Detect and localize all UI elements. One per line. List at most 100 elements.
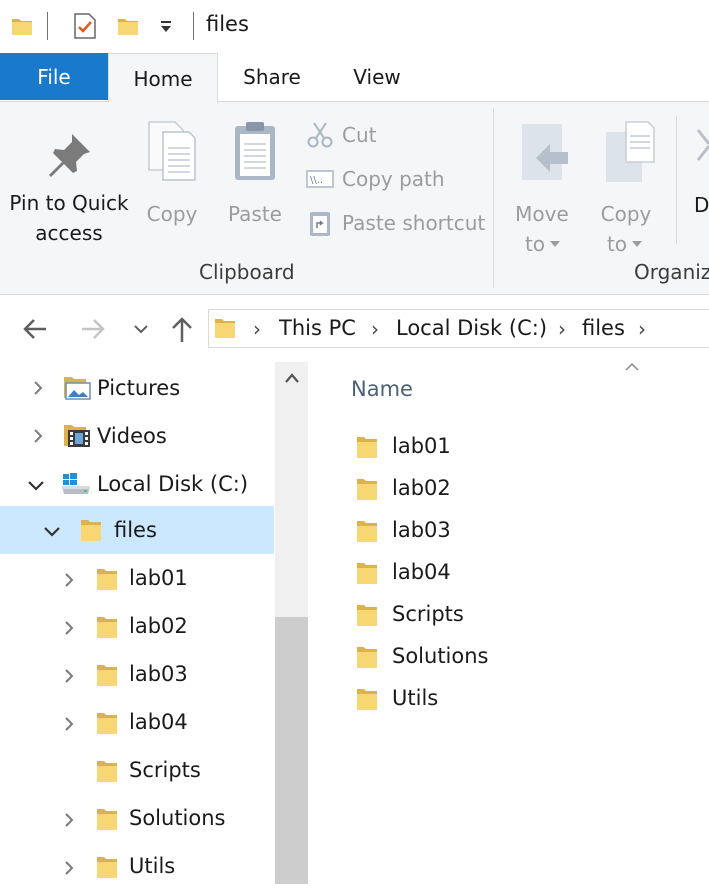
paste-button[interactable]: Paste [222,112,288,226]
list-item-label: lab03 [392,518,451,542]
copy-to-label-line2: to [606,232,628,256]
new-folder-icon[interactable] [116,14,140,38]
folder-icon [356,560,378,586]
folder-icon [356,434,378,460]
tree-item-label: Solutions [129,806,226,830]
tree-item-solutions[interactable]: Solutions [0,796,274,844]
expand-chevron-icon[interactable] [31,381,45,395]
folder-icon [96,710,118,736]
collapse-chevron-icon[interactable] [28,478,44,492]
tree-item-pictures[interactable]: Pictures [0,364,274,412]
tab-view[interactable]: View [328,53,426,100]
paste-icon [233,120,277,182]
tree-item-local-disk[interactable]: Local Disk (C:) [0,460,274,508]
expand-chevron-icon[interactable] [62,573,76,587]
recent-locations-chevron-down-icon[interactable] [133,323,149,335]
folder-icon [96,806,118,832]
breadcrumb-files[interactable]: files [582,316,625,340]
tree-item-utils[interactable]: Utils [0,844,274,892]
pictures-folder-icon [63,374,91,400]
breadcrumb-this-pc[interactable]: This PC [279,316,356,340]
scrollbar-thumb[interactable] [275,617,308,884]
breadcrumb-chevron-icon[interactable]: › [253,317,261,341]
clipboard-group-label: Clipboard [199,260,295,284]
cut-label: Cut [342,123,377,147]
up-arrow-icon[interactable] [170,315,194,343]
delete-icon[interactable] [696,120,709,180]
paste-shortcut-icon [306,209,334,237]
breadcrumb-chevron-icon[interactable]: › [558,317,566,341]
folder-icon [356,686,378,712]
list-item-label: Solutions [392,644,489,668]
dropdown-arrow-icon [550,241,560,247]
tree-item-scripts[interactable]: Scripts [0,748,274,796]
list-item[interactable]: lab01 [352,430,472,470]
expand-chevron-icon[interactable] [62,861,76,875]
tree-item-label: Pictures [97,376,181,400]
group-separator [493,108,494,288]
list-item-label: lab01 [392,434,451,458]
copy-to-button[interactable]: Copy to [590,112,662,256]
separator [676,116,677,244]
folder-icon [96,854,118,880]
tab-share[interactable]: Share [222,53,322,100]
list-item[interactable]: lab02 [352,472,472,512]
scroll-up-arrow-icon[interactable] [284,372,300,384]
tree-item-lab04[interactable]: lab04 [0,700,274,748]
expand-chevron-icon[interactable] [62,717,76,731]
pin-to-quick-access-button[interactable]: Pin to Quick access [0,112,138,257]
tree-item-label: lab02 [129,614,188,638]
tree-item-files[interactable]: files [0,506,274,554]
properties-checkmark-icon[interactable] [72,12,98,40]
forward-arrow-icon[interactable] [80,318,106,340]
list-item[interactable]: lab04 [352,556,472,596]
tree-item-lab03[interactable]: lab03 [0,652,274,700]
copy-label: Copy [146,202,198,226]
title-bar: files [0,0,709,52]
tab-file[interactable]: File [0,53,108,100]
ribbon: Pin to Quick access Copy Paste Cut \\.. … [0,101,709,295]
separator [193,12,194,40]
copy-path-label: Copy path [342,167,445,191]
breadcrumb-chevron-icon[interactable]: › [638,317,646,341]
column-header-name[interactable]: Name [351,377,413,401]
paste-shortcut-button[interactable]: Paste shortcut [306,208,485,238]
separator [47,12,48,40]
copy-to-icon [604,120,656,184]
sort-ascending-icon [624,362,640,372]
folder-icon [80,517,102,543]
list-item-label: Scripts [392,602,464,626]
list-item[interactable]: lab03 [352,514,472,554]
tree-item-lab02[interactable]: lab02 [0,604,274,652]
customize-dropdown-icon[interactable] [156,18,176,34]
navigation-pane: Pictures Videos Local Disk (C:) files la… [0,362,310,884]
tree-item-lab01[interactable]: lab01 [0,556,274,604]
breadcrumb-local-disk[interactable]: Local Disk (C:) [396,316,547,340]
pin-label-line1: Pin to Quick [9,191,129,215]
back-arrow-icon[interactable] [22,318,48,340]
tree-item-label: Utils [129,854,176,878]
expand-chevron-icon[interactable] [62,669,76,683]
list-item[interactable]: Utils [352,682,472,722]
expand-chevron-icon[interactable] [62,621,76,635]
list-item[interactable]: Scripts [352,598,482,638]
copy-to-label-line1: Copy [600,202,652,226]
tree-item-label: Local Disk (C:) [97,472,249,496]
tree-item-label: files [114,518,157,542]
cut-button[interactable]: Cut [306,120,376,150]
folder-icon[interactable] [10,14,34,38]
copy-path-button[interactable]: \\.. Copy path [306,164,445,194]
scissors-icon [306,121,334,149]
delete-label-partial: D [694,193,709,217]
copy-button[interactable]: Copy [140,112,204,226]
list-item[interactable]: Solutions [352,640,502,680]
collapse-chevron-icon[interactable] [44,524,60,538]
paste-label: Paste [228,202,282,226]
tree-item-videos[interactable]: Videos [0,412,274,460]
move-to-button[interactable]: Move to [506,112,578,256]
expand-chevron-icon[interactable] [31,429,45,443]
breadcrumb-chevron-icon[interactable]: › [371,317,379,341]
tab-home[interactable]: Home [108,53,218,103]
window-title: files [206,12,249,36]
expand-chevron-icon[interactable] [62,813,76,827]
